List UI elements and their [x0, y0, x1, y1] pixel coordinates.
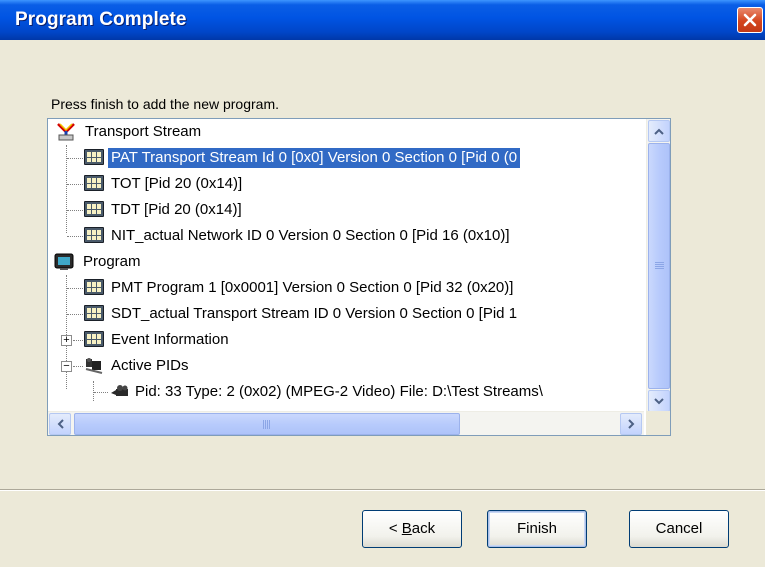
table-icon — [84, 149, 104, 165]
chevron-down-icon — [654, 397, 664, 404]
tree-item-active-pids[interactable]: − Active PIDs — [48, 353, 644, 379]
close-icon — [743, 13, 757, 27]
tree-item-label: Transport Stream — [85, 123, 202, 140]
tree-item-event-information[interactable]: + Event Information — [48, 327, 644, 353]
table-icon — [84, 331, 104, 347]
chevron-up-icon — [654, 128, 664, 135]
active-pids-icon — [85, 358, 103, 374]
tree-connector — [67, 314, 83, 315]
horizontal-scroll-thumb[interactable] — [74, 413, 460, 435]
tree-connector — [67, 158, 83, 159]
window-title: Program Complete — [15, 9, 187, 30]
video-pid-icon — [111, 385, 128, 396]
program-icon — [54, 253, 74, 270]
tree-item-sdt[interactable]: SDT_actual Transport Stream ID 0 Version… — [48, 301, 644, 327]
tree-connector — [67, 184, 83, 185]
tree-item-tdt[interactable]: TDT [Pid 20 (0x14)] — [48, 197, 644, 223]
expand-button[interactable]: + — [61, 335, 72, 346]
horizontal-scrollbar[interactable] — [48, 411, 644, 435]
grip-icon — [263, 420, 271, 429]
tree-connector — [67, 210, 83, 211]
tree-connector — [94, 392, 108, 393]
tree-item-label: NIT_actual Network ID 0 Version 0 Sectio… — [111, 227, 510, 244]
tree-item-label: PAT Transport Stream Id 0 [0x0] Version … — [108, 148, 521, 168]
tree-connector — [67, 288, 83, 289]
table-icon — [84, 175, 104, 191]
tree-item-label: TDT [Pid 20 (0x14)] — [111, 201, 242, 218]
tree-item-label: Active PIDs — [111, 357, 189, 374]
table-icon — [84, 305, 104, 321]
tree-connector — [67, 236, 83, 237]
tree-connector — [73, 366, 83, 367]
close-button[interactable] — [737, 7, 763, 33]
tree-item-label: Pid: 33 Type: 2 (0x02) (MPEG-2 Video) Fi… — [135, 383, 543, 400]
finish-button[interactable]: Finish — [487, 510, 587, 548]
vertical-scrollbar[interactable] — [646, 119, 670, 413]
tree-item-label: Event Information — [111, 331, 229, 348]
scroll-right-button[interactable] — [620, 413, 642, 435]
table-icon — [84, 279, 104, 295]
cancel-button[interactable]: Cancel — [629, 510, 729, 548]
tree-item-label: PMT Program 1 [0x0001] Version 0 Section… — [111, 279, 514, 296]
table-icon — [84, 201, 104, 217]
grip-icon — [655, 262, 664, 270]
tree-item-pat[interactable]: PAT Transport Stream Id 0 [0x0] Version … — [48, 145, 644, 171]
separator — [0, 489, 765, 491]
chevron-right-icon — [627, 419, 634, 429]
tree-item-tot[interactable]: TOT [Pid 20 (0x14)] — [48, 171, 644, 197]
scrollbar-corner — [646, 411, 670, 435]
collapse-button[interactable]: − — [61, 361, 72, 372]
minus-icon: − — [63, 360, 70, 372]
tree-item-program[interactable]: Program — [48, 249, 644, 275]
dialog-body: Press finish to add the new program. Tra… — [0, 40, 765, 567]
tree-content: Transport Stream PAT Transport Stream Id… — [48, 119, 644, 413]
title-bar: Program Complete — [0, 0, 765, 40]
instruction-text: Press finish to add the new program. — [51, 96, 280, 112]
plus-icon: + — [63, 334, 70, 346]
tree-item-pid-33[interactable]: Pid: 33 Type: 2 (0x02) (MPEG-2 Video) Fi… — [48, 379, 644, 405]
tree-item-pmt[interactable]: PMT Program 1 [0x0001] Version 0 Section… — [48, 275, 644, 301]
tree-connector — [73, 340, 83, 341]
tree-item-transport-stream[interactable]: Transport Stream — [48, 119, 644, 145]
transport-stream-icon — [57, 123, 75, 141]
tree-item-label: TOT [Pid 20 (0x14)] — [111, 175, 243, 192]
table-icon — [84, 227, 104, 243]
tree-item-label: Program — [83, 253, 141, 270]
tree-item-nit[interactable]: NIT_actual Network ID 0 Version 0 Sectio… — [48, 223, 644, 249]
tree-item-label: SDT_actual Transport Stream ID 0 Version… — [111, 305, 518, 322]
chevron-left-icon — [57, 419, 64, 429]
program-tree-view[interactable]: Transport Stream PAT Transport Stream Id… — [47, 118, 671, 436]
scroll-up-button[interactable] — [648, 120, 670, 142]
scroll-down-button[interactable] — [648, 390, 670, 412]
back-button[interactable]: < Back — [362, 510, 462, 548]
vertical-scroll-thumb[interactable] — [648, 143, 670, 389]
scroll-left-button[interactable] — [49, 413, 71, 435]
